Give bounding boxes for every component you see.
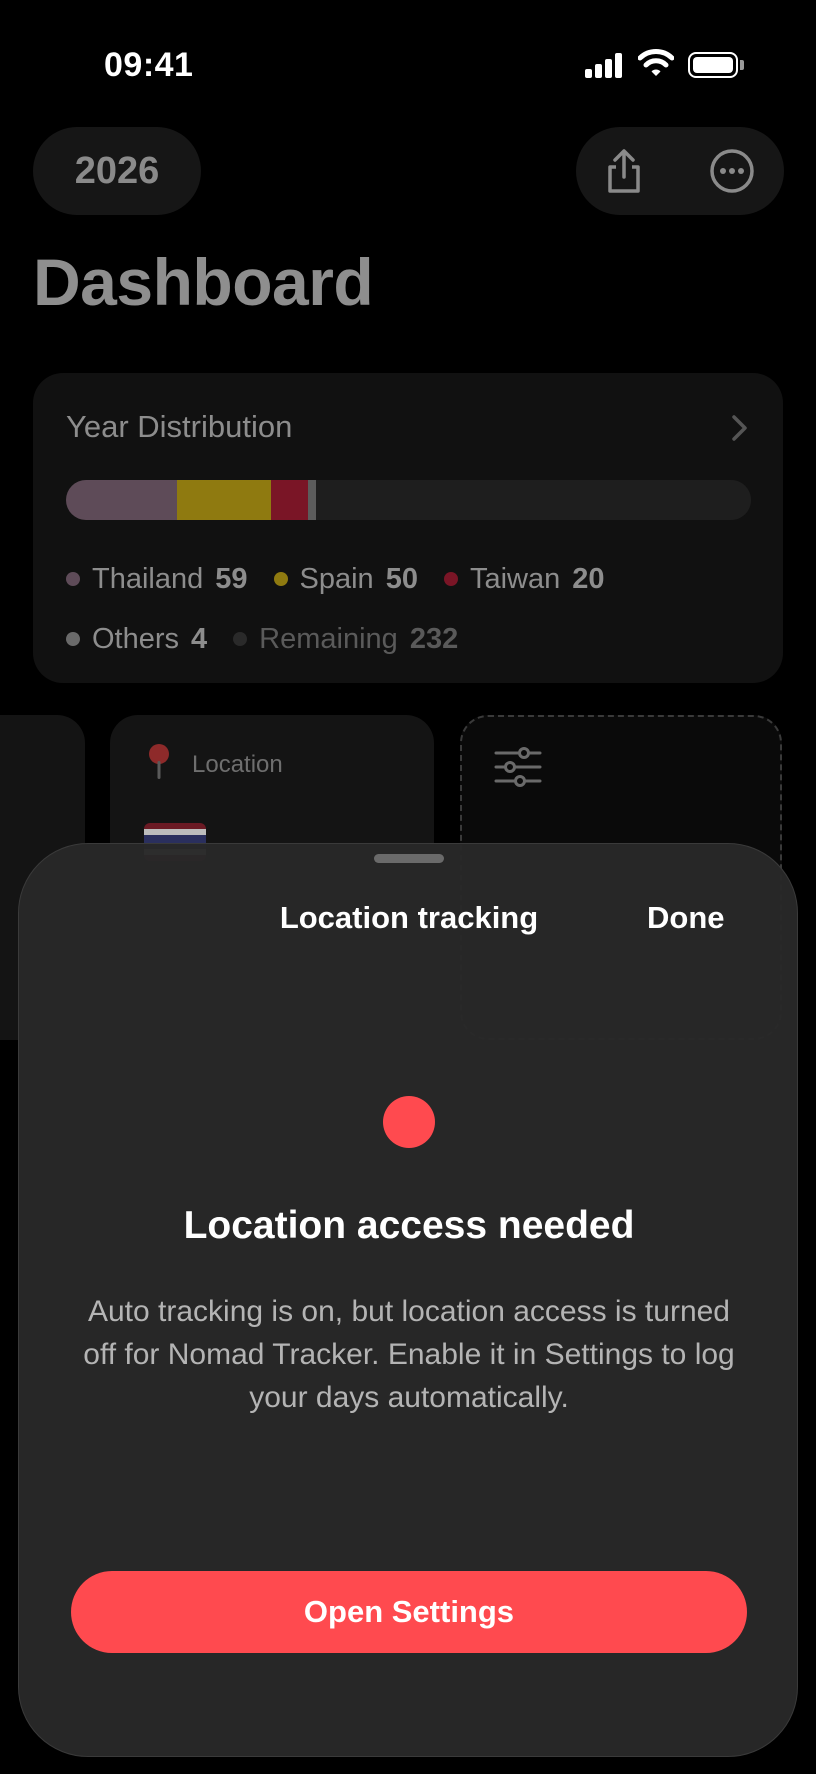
year-distribution-title: Year Distribution — [66, 409, 293, 444]
year-distribution-card[interactable]: Year Distribution Thailand 59 Spain 50 T… — [33, 373, 783, 683]
pin-icon — [149, 744, 169, 779]
legend-label: Taiwan — [469, 562, 561, 595]
legend-dot — [66, 632, 80, 646]
legend-value: 4 — [191, 622, 208, 655]
more-options-icon[interactable] — [708, 147, 756, 195]
bar-segment-taiwan — [270, 480, 309, 520]
sheet-grabber[interactable] — [374, 854, 444, 863]
legend-dot — [443, 572, 458, 586]
legend-item-taiwan: Taiwan 20 — [443, 562, 605, 596]
status-dot — [383, 1096, 435, 1148]
legend-item-thailand: Thailand 59 — [66, 563, 248, 596]
done-button[interactable]: Done — [647, 900, 725, 936]
alert-title: Location access needed — [183, 1204, 635, 1247]
legend-dot — [233, 632, 248, 646]
legend-dot — [273, 572, 288, 586]
legend-item-others: Others 4 — [66, 623, 207, 656]
bar-segment-remaining — [315, 480, 751, 520]
year-selector[interactable]: 2026 — [33, 127, 201, 215]
legend-value: 50 — [385, 562, 418, 595]
location-tile-label: Location — [192, 751, 283, 778]
sliders-icon — [494, 747, 542, 787]
legend-value: 232 — [409, 622, 459, 655]
chevron-right-icon — [732, 415, 747, 441]
legend-label: Remaining — [259, 622, 398, 655]
bar-segment-others — [308, 480, 316, 520]
legend-dot — [66, 572, 80, 586]
legend-value: 59 — [215, 562, 248, 595]
legend-label: Others — [92, 622, 180, 655]
legend-label: Spain — [299, 562, 374, 595]
page-title: Dashboard — [33, 245, 374, 319]
alert-message: Auto tracking is on, but location access… — [83, 1295, 735, 1414]
location-tracking-sheet: Location tracking Done Location access n… — [18, 843, 798, 1757]
legend-item-remaining: Remaining 232 — [233, 623, 458, 656]
year-distribution-legend: Thailand 59 Spain 50 Taiwan 20 Others 4 … — [66, 549, 756, 669]
bar-segment-thailand — [66, 480, 177, 520]
open-settings-button[interactable]: Open Settings — [71, 1571, 747, 1653]
legend-item-spain: Spain 50 — [273, 562, 418, 596]
share-icon[interactable] — [600, 147, 648, 195]
legend-value: 20 — [572, 562, 605, 595]
legend-label: Thailand — [92, 562, 204, 595]
bar-segment-spain — [176, 480, 271, 520]
header-actions — [576, 127, 784, 215]
year-distribution-bar — [66, 480, 751, 520]
